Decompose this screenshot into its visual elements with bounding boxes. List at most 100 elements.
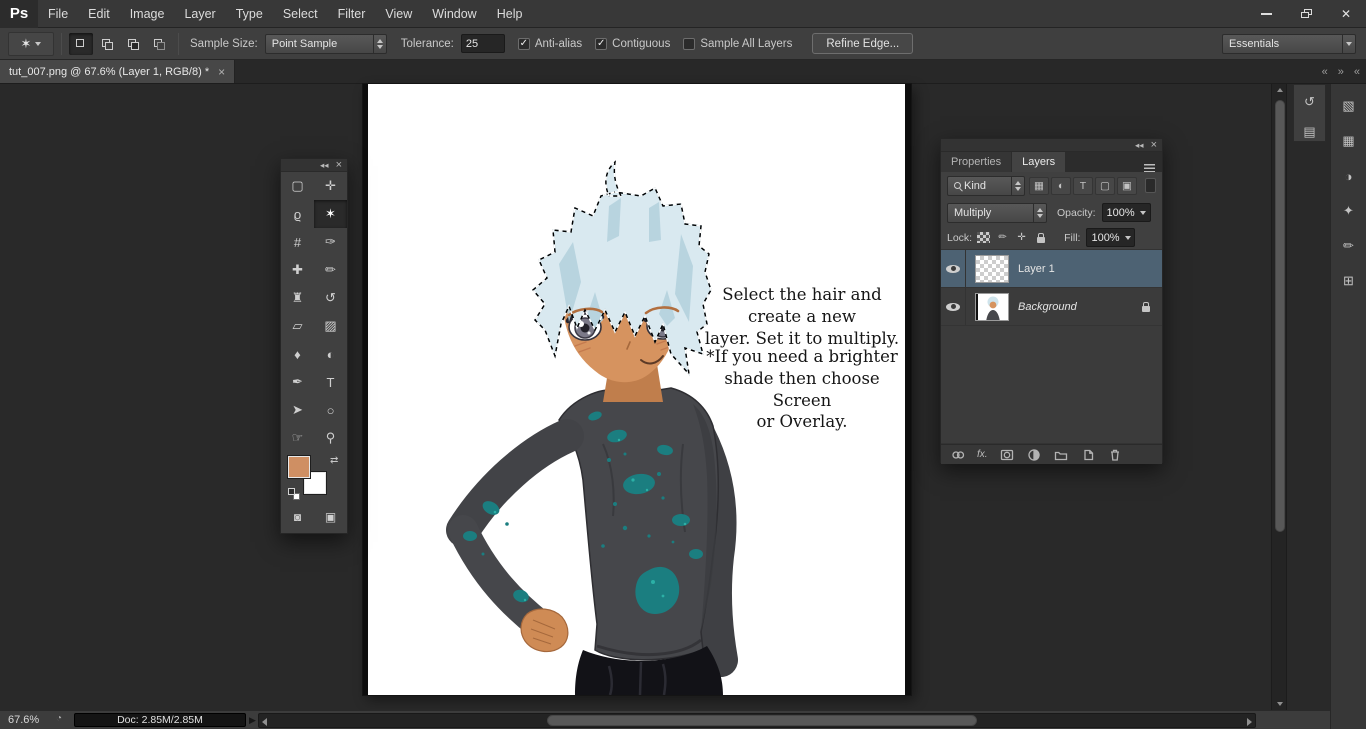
anti-alias-checkbox-group[interactable]: ✓ Anti-alias: [517, 37, 582, 50]
visibility-toggle[interactable]: [941, 288, 966, 325]
tool-rectangular-marquee[interactable]: ▢: [281, 172, 314, 200]
refine-edge-button[interactable]: Refine Edge...: [812, 33, 914, 54]
sample-all-layers-checkbox-group[interactable]: Sample All Layers: [683, 37, 792, 50]
swap-colors-icon[interactable]: ⇄: [330, 455, 338, 466]
canvas-area[interactable]: Select the hair and create a new layer. …: [363, 84, 911, 695]
dock-collapse-icon[interactable]: «: [1354, 66, 1360, 78]
layer-row-background[interactable]: Background: [941, 288, 1162, 326]
scroll-right-icon[interactable]: [1247, 718, 1252, 726]
panel-collapse-icon[interactable]: ◂◂: [320, 160, 329, 171]
contiguous-checkbox-group[interactable]: ✓ Contiguous: [595, 37, 670, 50]
filter-shape-layers-button[interactable]: ▢: [1095, 176, 1115, 195]
horizontal-scrollbar[interactable]: [258, 713, 1256, 728]
blend-mode-dropdown[interactable]: Multiply: [947, 202, 1047, 223]
lock-all-button[interactable]: [1033, 231, 1048, 245]
tool-clone-stamp[interactable]: ♜: [281, 284, 314, 312]
filter-pixel-layers-button[interactable]: ▦: [1029, 176, 1049, 195]
tab-scroll-left-icon[interactable]: «: [1322, 66, 1328, 78]
tab-layers[interactable]: Layers: [1012, 152, 1066, 172]
tool-horizontal-type[interactable]: T: [314, 368, 347, 396]
anti-alias-checkbox[interactable]: ✓: [517, 37, 530, 50]
tool-zoom[interactable]: ⚲: [314, 424, 347, 452]
screen-mode-button[interactable]: ▣: [314, 504, 347, 530]
panel-close-icon[interactable]: ×: [1151, 139, 1157, 151]
scroll-up-icon[interactable]: [1276, 88, 1284, 92]
tool-blur[interactable]: ♦: [281, 340, 314, 368]
panel-collapse-icon[interactable]: ◂◂: [1135, 140, 1144, 151]
delete-layer-button[interactable]: [1107, 447, 1123, 463]
tool-crop[interactable]: #: [281, 228, 314, 256]
menu-filter[interactable]: Filter: [328, 0, 376, 28]
tool-preset-picker[interactable]: ✶: [8, 31, 54, 56]
tab-scroll-right-icon[interactable]: »: [1338, 66, 1344, 78]
vertical-scrollbar[interactable]: [1271, 84, 1287, 710]
tool-eyedropper[interactable]: ✑: [314, 228, 347, 256]
lock-transparency-button[interactable]: [976, 231, 991, 245]
tool-brush[interactable]: ✏: [314, 256, 347, 284]
tool-pen[interactable]: ✒: [281, 368, 314, 396]
filter-smart-objects-button[interactable]: ▣: [1117, 176, 1137, 195]
sample-all-layers-checkbox[interactable]: [683, 37, 696, 50]
menu-select[interactable]: Select: [273, 0, 328, 28]
layer-style-button[interactable]: fx.: [977, 449, 988, 460]
new-layer-button[interactable]: [1080, 447, 1096, 463]
tool-spot-healing-brush[interactable]: ✚: [281, 256, 314, 284]
document-tab[interactable]: tut_007.png @ 67.6% (Layer 1, RGB/8) * ×: [0, 60, 236, 83]
contiguous-checkbox[interactable]: ✓: [595, 37, 608, 50]
panel-button-brush-panel[interactable]: ✏: [1336, 233, 1362, 259]
menu-window[interactable]: Window: [422, 0, 486, 28]
panel-button-history[interactable]: ↺: [1297, 89, 1323, 115]
menu-layer[interactable]: Layer: [174, 0, 225, 28]
vertical-scrollbar-thumb[interactable]: [1275, 100, 1285, 532]
layer-row-layer-1[interactable]: Layer 1: [941, 250, 1162, 288]
tool-path-selection[interactable]: ➤: [281, 396, 314, 424]
fill-input[interactable]: 100%: [1086, 228, 1136, 247]
workspace-dropdown[interactable]: Essentials: [1222, 33, 1356, 54]
opacity-input[interactable]: 100%: [1101, 203, 1151, 222]
restore-button[interactable]: [1286, 0, 1326, 27]
tool-magic-wand[interactable]: ✶: [314, 200, 347, 228]
tolerance-input[interactable]: 25: [460, 34, 505, 53]
menu-view[interactable]: View: [375, 0, 422, 28]
tool-gradient[interactable]: ▨: [314, 312, 347, 340]
panel-close-icon[interactable]: ×: [336, 159, 342, 171]
scroll-down-icon[interactable]: [1276, 702, 1284, 706]
layer-name[interactable]: Layer 1: [1018, 263, 1055, 275]
panel-button-swatches[interactable]: ▦: [1336, 128, 1362, 154]
tool-ellipse[interactable]: ○: [314, 396, 347, 424]
subtract-from-selection-button[interactable]: [121, 33, 145, 55]
filter-type-layers-button[interactable]: T: [1073, 176, 1093, 195]
tool-eraser[interactable]: ▱: [281, 312, 314, 340]
tool-history-brush[interactable]: ↺: [314, 284, 347, 312]
tab-close-icon[interactable]: ×: [218, 65, 225, 79]
menu-help[interactable]: Help: [487, 0, 533, 28]
foreground-color-swatch[interactable]: [287, 455, 311, 479]
quick-mask-button[interactable]: ◙: [281, 504, 314, 530]
close-button[interactable]: ✕: [1326, 0, 1366, 27]
filter-adjustment-layers-button[interactable]: ◐: [1051, 176, 1071, 195]
sample-size-dropdown[interactable]: Point Sample: [264, 33, 387, 54]
tool-dodge[interactable]: ◐: [314, 340, 347, 368]
panel-button-styles[interactable]: ✦: [1336, 198, 1362, 224]
lock-position-button[interactable]: ✛: [1014, 231, 1029, 245]
link-layers-button[interactable]: [950, 447, 966, 463]
layer-name[interactable]: Background: [1018, 301, 1077, 313]
zoom-level-field[interactable]: 67.6%: [8, 714, 39, 726]
layer-thumbnail[interactable]: [975, 254, 1009, 283]
minimize-button[interactable]: [1246, 0, 1286, 27]
scroll-left-icon[interactable]: [262, 718, 267, 726]
adjustment-layer-button[interactable]: [1026, 447, 1042, 463]
status-expand-icon[interactable]: ▶: [249, 715, 256, 726]
default-colors-icon[interactable]: [288, 488, 295, 495]
intersect-selection-button[interactable]: [147, 33, 171, 55]
layer-filter-dropdown[interactable]: Kind: [947, 175, 1025, 196]
tool-move[interactable]: ✛: [314, 172, 347, 200]
panel-button-clone-source[interactable]: ⊞: [1336, 268, 1362, 294]
panel-menu-icon[interactable]: [1144, 164, 1155, 172]
new-selection-button[interactable]: [69, 32, 93, 55]
add-to-selection-button[interactable]: [95, 33, 119, 55]
horizontal-scrollbar-thumb[interactable]: [547, 715, 977, 726]
new-group-button[interactable]: [1053, 447, 1069, 463]
tool-lasso[interactable]: ϱ: [281, 200, 314, 228]
add-layer-mask-button[interactable]: [999, 447, 1015, 463]
